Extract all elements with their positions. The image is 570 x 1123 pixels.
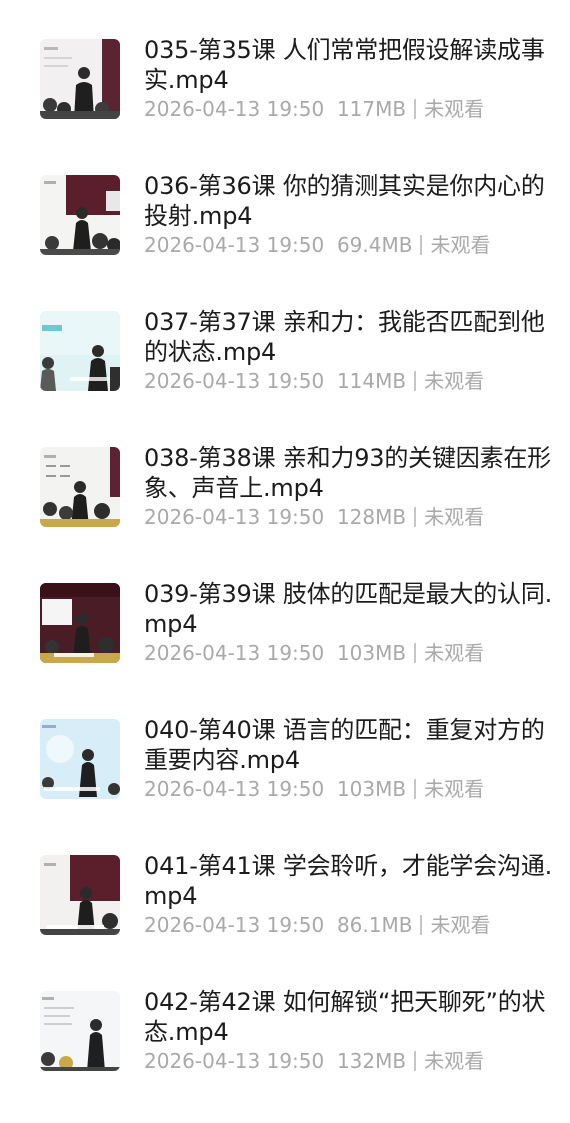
file-title: 036-第36课 你的猜测其实是你内心的投射.mp4: [144, 172, 545, 230]
file-title: 040-第40课 语言的匹配：重复对方的重要内容.mp4: [144, 716, 545, 774]
meta-divider: [420, 235, 423, 255]
file-datetime: 2026-04-13 19:50: [144, 505, 325, 529]
file-title: 041-第41课 学会聆听，才能学会沟通.mp4: [144, 852, 553, 910]
file-datetime: 2026-04-13 19:50: [144, 97, 325, 121]
file-datetime: 2026-04-13 19:50: [144, 233, 325, 257]
file-size: 128MB: [336, 505, 407, 529]
file-meta: 2026-04-13 19:50 114MB 未观看: [144, 368, 484, 394]
file-row[interactable]: 038-第38课 亲和力93的关键因素在形象、声音上.mp4 2026-04-1…: [0, 443, 570, 579]
file-row[interactable]: 039-第39课 肢体的匹配是最大的认同.mp4 2026-04-13 19:5…: [0, 579, 570, 715]
meta-divider: [420, 915, 423, 935]
file-size: 103MB: [336, 777, 407, 801]
file-meta: 2026-04-13 19:50 103MB 未观看: [144, 776, 484, 802]
watch-status: 未观看: [424, 641, 485, 665]
watch-status: 未观看: [424, 777, 485, 801]
file-datetime: 2026-04-13 19:50: [144, 777, 325, 801]
watch-status: 未观看: [430, 913, 491, 937]
file-meta: 2026-04-13 19:50 103MB 未观看: [144, 640, 484, 666]
meta-divider: [414, 1051, 417, 1071]
meta-divider: [414, 507, 417, 527]
meta-divider: [414, 99, 417, 119]
file-row[interactable]: 042-第42课 如何解锁“把天聊死”的状态.mp4 2026-04-13 19…: [0, 987, 570, 1123]
file-meta: 2026-04-13 19:50 69.4MB 未观看: [144, 232, 490, 258]
video-thumbnail-icon: [40, 991, 120, 1071]
file-datetime: 2026-04-13 19:50: [144, 641, 325, 665]
file-row[interactable]: 040-第40课 语言的匹配：重复对方的重要内容.mp4 2026-04-13 …: [0, 715, 570, 851]
file-datetime: 2026-04-13 19:50: [144, 369, 325, 393]
file-meta: 2026-04-13 19:50 86.1MB 未观看: [144, 912, 490, 938]
file-meta: 2026-04-13 19:50 132MB 未观看: [144, 1048, 484, 1074]
file-list: 035-第35课 人们常常把假设解读成事实.mp4 2026-04-13 19:…: [0, 0, 570, 1078]
file-row[interactable]: 041-第41课 学会聆听，才能学会沟通.mp4 2026-04-13 19:5…: [0, 851, 570, 987]
file-meta: 2026-04-13 19:50 117MB 未观看: [144, 96, 484, 122]
watch-status: 未观看: [424, 505, 485, 529]
video-thumbnail-icon: [40, 583, 120, 663]
file-size: 69.4MB: [336, 233, 413, 257]
meta-divider: [414, 779, 417, 799]
video-thumbnail-icon: [40, 447, 120, 527]
file-title: 039-第39课 肢体的匹配是最大的认同.mp4: [144, 580, 553, 638]
video-thumbnail-icon: [40, 311, 120, 391]
video-thumbnail-icon: [40, 855, 120, 935]
watch-status: 未观看: [430, 233, 491, 257]
file-title: 037-第37课 亲和力：我能否匹配到他的状态.mp4: [144, 308, 545, 366]
file-size: 86.1MB: [336, 913, 413, 937]
file-size: 114MB: [336, 369, 407, 393]
file-size: 103MB: [336, 641, 407, 665]
video-thumbnail-icon: [40, 719, 120, 799]
file-size: 132MB: [336, 1049, 407, 1073]
meta-divider: [414, 371, 417, 391]
file-title: 042-第42课 如何解锁“把天聊死”的状态.mp4: [144, 988, 546, 1046]
meta-divider: [414, 643, 417, 663]
file-title: 035-第35课 人们常常把假设解读成事实.mp4: [144, 36, 545, 94]
file-title: 038-第38课 亲和力93的关键因素在形象、声音上.mp4: [144, 444, 551, 502]
watch-status: 未观看: [424, 1049, 485, 1073]
file-size: 117MB: [336, 97, 407, 121]
video-thumbnail-icon: [40, 39, 120, 119]
file-datetime: 2026-04-13 19:50: [144, 913, 325, 937]
video-thumbnail-icon: [40, 175, 120, 255]
file-meta: 2026-04-13 19:50 128MB 未观看: [144, 504, 484, 530]
file-datetime: 2026-04-13 19:50: [144, 1049, 325, 1073]
watch-status: 未观看: [424, 369, 485, 393]
file-row[interactable]: 036-第36课 你的猜测其实是你内心的投射.mp4 2026-04-13 19…: [0, 171, 570, 307]
file-row[interactable]: 037-第37课 亲和力：我能否匹配到他的状态.mp4 2026-04-13 1…: [0, 307, 570, 443]
watch-status: 未观看: [424, 97, 485, 121]
file-row[interactable]: 035-第35课 人们常常把假设解读成事实.mp4 2026-04-13 19:…: [0, 35, 570, 171]
